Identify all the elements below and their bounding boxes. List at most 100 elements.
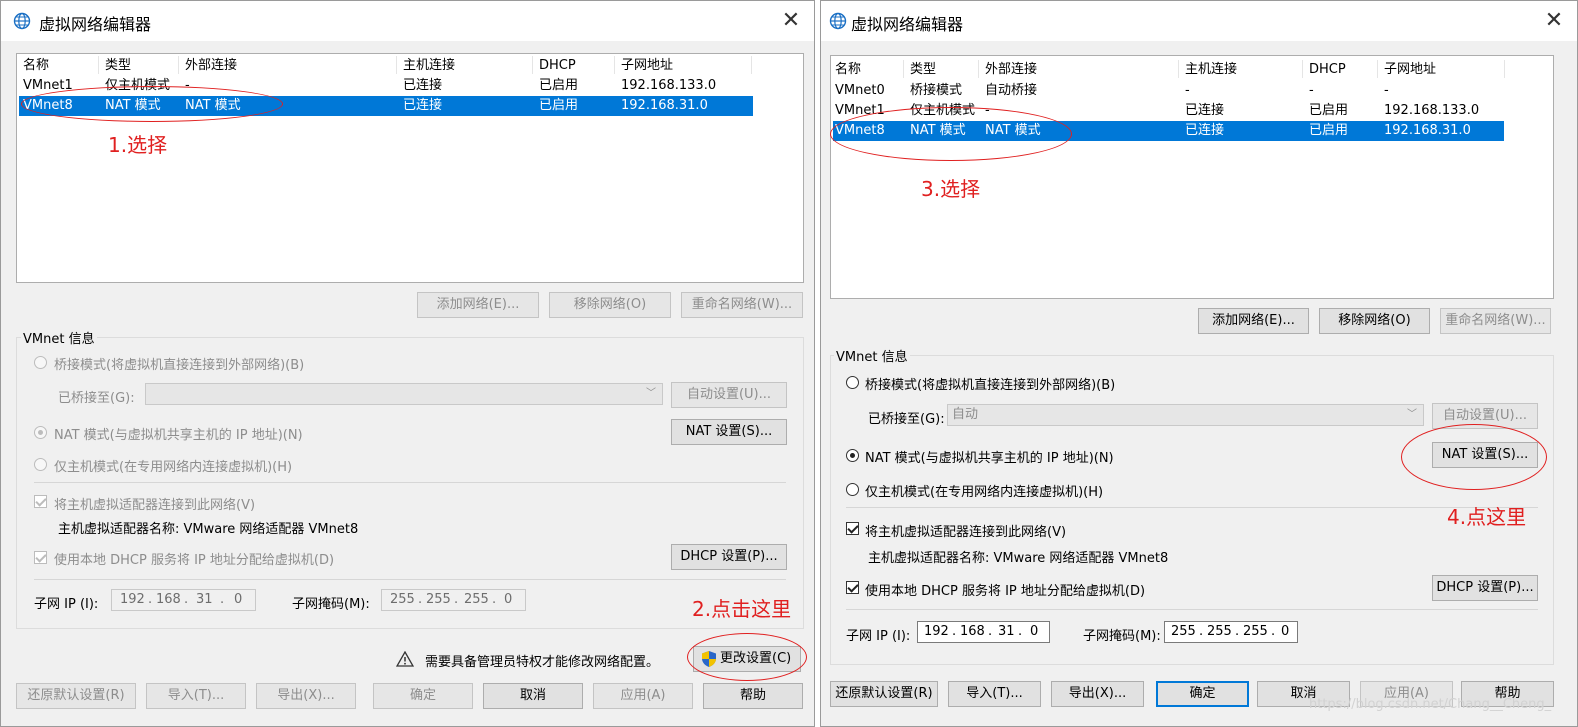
import-button[interactable]: 导入(T)... xyxy=(948,681,1041,707)
col-header-dhcp[interactable]: DHCP xyxy=(539,56,576,76)
restore-defaults-button[interactable]: 还原默认设置(R) xyxy=(16,683,136,709)
col-header-type[interactable]: 类型 xyxy=(105,56,131,76)
col-header-type[interactable]: 类型 xyxy=(910,60,936,80)
warning-icon xyxy=(396,651,414,667)
close-button[interactable]: ✕ xyxy=(776,6,806,36)
add-network-button[interactable]: 添加网络(E)... xyxy=(1198,308,1309,334)
host-only-label: 仅主机模式(在专用网络内连接虚拟机)(H) xyxy=(54,460,293,475)
watermark-text: https://blog.csdn.net/Chang__Cheng_ xyxy=(1309,697,1552,712)
vmnet-info-group xyxy=(830,355,1554,665)
separator xyxy=(34,482,786,483)
use-dhcp-label: 使用本地 DHCP 服务将 IP 地址分配给虚拟机(D) xyxy=(865,584,1146,599)
subnet-mask-label: 子网掩码(M): xyxy=(1083,629,1161,644)
help-button[interactable]: 帮助 xyxy=(703,683,803,709)
bridge-mode-label: 桥接模式(将虚拟机直接连接到外部网络)(B) xyxy=(54,358,305,373)
annotation-step-2: 2.点击这里 xyxy=(692,597,792,621)
remove-network-button[interactable]: 移除网络(O) xyxy=(1319,308,1430,334)
remove-network-button[interactable]: 移除网络(O) xyxy=(549,292,671,318)
annotation-ellipse-1 xyxy=(21,86,283,122)
adapter-name-text: 主机虚拟适配器名称: VMware 网络适配器 VMnet8 xyxy=(58,522,359,537)
connect-adapter-checkbox[interactable] xyxy=(34,495,47,508)
bridged-to-label: 已桥接至(G): xyxy=(58,391,135,406)
vmnet-info-group xyxy=(16,337,804,629)
ok-button[interactable]: 确定 xyxy=(1156,681,1249,707)
title-bar: 虚拟网络编辑器 ✕ xyxy=(821,1,1577,41)
title-bar: 虚拟网络编辑器 ✕ xyxy=(1,1,814,41)
add-network-button[interactable]: 添加网络(E)... xyxy=(417,292,539,318)
ok-button[interactable]: 确定 xyxy=(373,683,473,709)
nat-mode-label: NAT 模式(与虚拟机共享主机的 IP 地址)(N) xyxy=(54,428,303,443)
annotation-ellipse-4 xyxy=(1401,424,1547,490)
host-only-radio[interactable] xyxy=(34,458,47,471)
bridged-to-label: 已桥接至(G): xyxy=(868,412,945,427)
col-header-subnet[interactable]: 子网地址 xyxy=(1384,60,1436,80)
export-button[interactable]: 导出(X)... xyxy=(1051,681,1144,707)
annotation-ellipse-2 xyxy=(687,633,807,681)
nat-mode-radio[interactable] xyxy=(34,426,47,439)
nat-mode-label: NAT 模式(与虚拟机共享主机的 IP 地址)(N) xyxy=(865,451,1114,466)
nat-settings-button[interactable]: NAT 设置(S)... xyxy=(671,419,787,445)
subnet-mask-field[interactable]: 255. 255. 255. 0 xyxy=(1164,621,1298,643)
chevron-down-icon: ﹀ xyxy=(1407,409,1417,420)
dialog-title: 虚拟网络编辑器 xyxy=(851,15,964,34)
export-button[interactable]: 导出(X)... xyxy=(256,683,356,709)
col-header-host[interactable]: 主机连接 xyxy=(403,56,455,76)
apply-button[interactable]: 应用(A) xyxy=(593,683,693,709)
use-dhcp-checkbox[interactable] xyxy=(846,581,859,594)
globe-icon xyxy=(13,12,31,30)
separator xyxy=(846,507,1538,508)
restore-defaults-button[interactable]: 还原默认设置(R) xyxy=(830,681,938,707)
left-dialog: 虚拟网络编辑器 ✕ 名称 类型 外部连接 主机连接 DHCP 子网地址 VMne… xyxy=(0,0,815,727)
globe-icon xyxy=(829,12,847,30)
bridge-mode-radio[interactable] xyxy=(846,376,859,389)
host-only-radio[interactable] xyxy=(846,483,859,496)
host-only-label: 仅主机模式(在专用网络内连接虚拟机)(H) xyxy=(865,485,1104,500)
import-button[interactable]: 导入(T)... xyxy=(146,683,246,709)
connect-adapter-checkbox[interactable] xyxy=(846,522,859,535)
annotation-step-4: 4.点这里 xyxy=(1447,505,1527,529)
subnet-ip-field[interactable]: 192. 168. 31. 0 xyxy=(111,589,256,611)
annotation-ellipse-3 xyxy=(830,107,1072,161)
separator xyxy=(34,579,786,580)
list-row[interactable]: VMnet0 桥接模式 自动桥接 - - - xyxy=(833,81,1504,101)
subnet-ip-label: 子网 IP (I): xyxy=(846,629,911,644)
bridge-mode-label: 桥接模式(将虚拟机直接连接到外部网络)(B) xyxy=(865,378,1116,393)
col-header-dhcp[interactable]: DHCP xyxy=(1309,60,1346,80)
dhcp-settings-button[interactable]: DHCP 设置(P)... xyxy=(1432,575,1538,601)
nat-mode-radio[interactable] xyxy=(846,449,859,462)
bridged-to-select[interactable]: ﹀ xyxy=(145,383,663,405)
cancel-button[interactable]: 取消 xyxy=(483,683,583,709)
rename-network-button[interactable]: 重命名网络(W)... xyxy=(681,292,803,318)
list-header: 名称 类型 外部连接 主机连接 DHCP 子网地址 xyxy=(19,56,753,76)
list-header: 名称 类型 外部连接 主机连接 DHCP 子网地址 xyxy=(833,60,1504,80)
vmnet-info-title: VMnet 信息 xyxy=(834,346,910,365)
close-button[interactable]: ✕ xyxy=(1539,6,1569,36)
col-header-external[interactable]: 外部连接 xyxy=(185,56,237,76)
use-dhcp-label: 使用本地 DHCP 服务将 IP 地址分配给虚拟机(D) xyxy=(54,553,335,568)
annotation-step-3: 3.选择 xyxy=(921,177,981,201)
col-header-external[interactable]: 外部连接 xyxy=(985,60,1037,80)
connect-adapter-label: 将主机虚拟适配器连接到此网络(V) xyxy=(54,498,256,513)
dhcp-settings-button[interactable]: DHCP 设置(P)... xyxy=(671,544,787,570)
subnet-ip-label: 子网 IP (I): xyxy=(34,597,99,612)
use-dhcp-checkbox[interactable] xyxy=(34,551,47,564)
subnet-ip-field[interactable]: 192. 168. 31. 0 xyxy=(917,621,1050,643)
chevron-down-icon: ﹀ xyxy=(646,388,656,399)
subnet-mask-field[interactable]: 255. 255. 255. 0 xyxy=(381,589,526,611)
dialog-title: 虚拟网络编辑器 xyxy=(39,15,152,34)
connect-adapter-label: 将主机虚拟适配器连接到此网络(V) xyxy=(865,525,1067,540)
col-header-host[interactable]: 主机连接 xyxy=(1185,60,1237,80)
rename-network-button[interactable]: 重命名网络(W)... xyxy=(1440,308,1551,334)
col-header-name[interactable]: 名称 xyxy=(23,56,49,76)
right-dialog: 虚拟网络编辑器 ✕ 名称 类型 外部连接 主机连接 DHCP 子网地址 VMne… xyxy=(820,0,1578,727)
vmnet-info-title: VMnet 信息 xyxy=(21,328,97,347)
separator xyxy=(846,609,1538,610)
col-header-subnet[interactable]: 子网地址 xyxy=(621,56,673,76)
annotation-step-1: 1.选择 xyxy=(108,133,168,157)
adapter-name-text: 主机虚拟适配器名称: VMware 网络适配器 VMnet8 xyxy=(868,551,1169,566)
bridge-mode-radio[interactable] xyxy=(34,356,47,369)
col-header-name[interactable]: 名称 xyxy=(835,60,861,80)
subnet-mask-label: 子网掩码(M): xyxy=(292,597,370,612)
auto-settings-button[interactable]: 自动设置(U)... xyxy=(671,382,787,408)
bridged-to-select[interactable]: 自动 ﹀ xyxy=(947,404,1424,426)
